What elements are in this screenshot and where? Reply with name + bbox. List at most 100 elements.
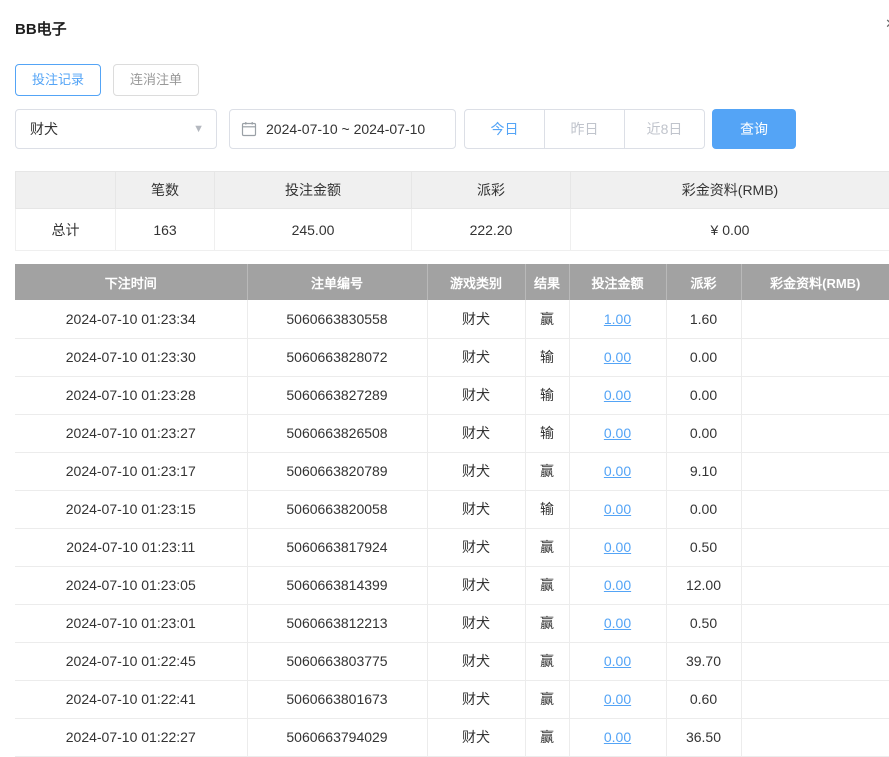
records-column-header: 注单编号: [247, 264, 427, 300]
quick-date-button-group: 今日 昨日 近8日: [464, 109, 705, 149]
search-button[interactable]: 查询: [712, 109, 796, 149]
summary-header-payout: 派彩: [412, 172, 571, 209]
table-cell: 5060663814399: [247, 566, 427, 604]
page-header: BB电子 ✕: [15, 18, 889, 39]
bet-amount-link[interactable]: 0.00: [604, 387, 631, 403]
table-row: 2024-07-10 01:23:015060663812213财犬赢0.000…: [15, 604, 889, 642]
table-cell: 5060663828072: [247, 338, 427, 376]
page-title: BB电子: [15, 18, 889, 39]
records-column-header: 游戏类别: [427, 264, 525, 300]
bet-amount-link[interactable]: 0.00: [604, 539, 631, 555]
table-cell: [741, 490, 889, 528]
table-cell: 0.00: [666, 338, 741, 376]
table-cell: 5060663827289: [247, 376, 427, 414]
table-cell: 赢: [525, 528, 569, 566]
table-cell: 2024-07-10 01:22:41: [15, 680, 247, 718]
table-cell: 财犬: [427, 680, 525, 718]
table-cell: 0.50: [666, 528, 741, 566]
tab-linked-cancel-orders[interactable]: 连消注单: [113, 64, 199, 96]
table-cell: [741, 642, 889, 680]
summary-total-row: 总计 163 245.00 222.20 ¥ 0.00: [16, 209, 889, 251]
bet-amount-cell: 0.00: [569, 718, 666, 756]
records-table: 下注时间注单编号游戏类别结果投注金额派彩彩金资料(RMB) 2024-07-10…: [15, 264, 889, 757]
table-cell: 赢: [525, 566, 569, 604]
today-button[interactable]: 今日: [464, 109, 545, 149]
page-container: BB电子 ✕ 投注记录 连消注单 财犬 ▼ 2024-07-10 ~ 2024-…: [0, 0, 889, 757]
records-column-header: 结果: [525, 264, 569, 300]
bet-amount-link[interactable]: 0.00: [604, 501, 631, 517]
summary-header-row: 笔数 投注金额 派彩 彩金资料(RMB): [16, 172, 889, 209]
tab-bar: 投注记录 连消注单: [15, 64, 889, 96]
table-row: 2024-07-10 01:23:155060663820058财犬输0.000…: [15, 490, 889, 528]
table-cell: 2024-07-10 01:23:01: [15, 604, 247, 642]
bet-amount-link[interactable]: 0.00: [604, 729, 631, 745]
table-row: 2024-07-10 01:23:275060663826508财犬输0.000…: [15, 414, 889, 452]
table-cell: [741, 414, 889, 452]
filter-bar: 财犬 ▼ 2024-07-10 ~ 2024-07-10 今日 昨日 近8日 查…: [15, 109, 889, 149]
bet-amount-link[interactable]: 0.00: [604, 463, 631, 479]
bet-amount-link[interactable]: 0.00: [604, 425, 631, 441]
table-cell: 0.50: [666, 604, 741, 642]
table-cell: [741, 452, 889, 490]
summary-total-label: 总计: [16, 209, 116, 251]
close-icon[interactable]: ✕: [885, 16, 889, 32]
table-cell: 财犬: [427, 528, 525, 566]
table-cell: 2024-07-10 01:23:05: [15, 566, 247, 604]
table-cell: 5060663803775: [247, 642, 427, 680]
table-cell: 5060663812213: [247, 604, 427, 642]
table-cell: [741, 566, 889, 604]
bet-amount-cell: 0.00: [569, 414, 666, 452]
game-select[interactable]: 财犬 ▼: [15, 109, 217, 149]
table-cell: [741, 528, 889, 566]
table-cell: 2024-07-10 01:23:30: [15, 338, 247, 376]
bet-amount-link[interactable]: 0.00: [604, 653, 631, 669]
last-8-days-button[interactable]: 近8日: [624, 109, 705, 149]
table-row: 2024-07-10 01:23:175060663820789财犬赢0.009…: [15, 452, 889, 490]
table-cell: [741, 604, 889, 642]
bet-amount-cell: 0.00: [569, 680, 666, 718]
table-row: 2024-07-10 01:23:305060663828072财犬输0.000…: [15, 338, 889, 376]
bet-amount-cell: 0.00: [569, 338, 666, 376]
date-range-value: 2024-07-10 ~ 2024-07-10: [266, 121, 425, 137]
table-cell: 0.60: [666, 680, 741, 718]
summary-table: 笔数 投注金额 派彩 彩金资料(RMB) 总计 163 245.00 222.2…: [15, 171, 889, 251]
table-cell: 赢: [525, 642, 569, 680]
table-cell: 2024-07-10 01:23:11: [15, 528, 247, 566]
table-cell: 5060663801673: [247, 680, 427, 718]
summary-bet-amount-value: 245.00: [215, 209, 412, 251]
table-cell: 0.00: [666, 414, 741, 452]
bet-amount-cell: 1.00: [569, 300, 666, 338]
table-cell: 2024-07-10 01:23:28: [15, 376, 247, 414]
records-header-row: 下注时间注单编号游戏类别结果投注金额派彩彩金资料(RMB): [15, 264, 889, 300]
date-range-input[interactable]: 2024-07-10 ~ 2024-07-10: [229, 109, 456, 149]
table-cell: 财犬: [427, 376, 525, 414]
table-cell: 2024-07-10 01:23:17: [15, 452, 247, 490]
yesterday-button[interactable]: 昨日: [544, 109, 625, 149]
table-cell: 财犬: [427, 566, 525, 604]
table-cell: 12.00: [666, 566, 741, 604]
summary-header-blank: [16, 172, 116, 209]
tab-bet-records[interactable]: 投注记录: [15, 64, 101, 96]
table-cell: 输: [525, 376, 569, 414]
table-cell: 赢: [525, 300, 569, 338]
table-cell: 财犬: [427, 604, 525, 642]
records-column-header: 彩金资料(RMB): [741, 264, 889, 300]
table-cell: 输: [525, 490, 569, 528]
bet-amount-link[interactable]: 1.00: [604, 311, 631, 327]
bet-amount-cell: 0.00: [569, 376, 666, 414]
table-cell: 5060663820789: [247, 452, 427, 490]
table-cell: 5060663817924: [247, 528, 427, 566]
table-cell: 财犬: [427, 338, 525, 376]
calendar-icon: [241, 121, 257, 137]
bet-amount-link[interactable]: 0.00: [604, 349, 631, 365]
bet-amount-cell: 0.00: [569, 642, 666, 680]
bet-amount-link[interactable]: 0.00: [604, 691, 631, 707]
table-row: 2024-07-10 01:22:275060663794029财犬赢0.003…: [15, 718, 889, 756]
records-body: 2024-07-10 01:23:345060663830558财犬赢1.001…: [15, 300, 889, 756]
table-cell: 5060663830558: [247, 300, 427, 338]
records-column-header: 下注时间: [15, 264, 247, 300]
bet-amount-link[interactable]: 0.00: [604, 577, 631, 593]
bet-amount-cell: 0.00: [569, 452, 666, 490]
bet-amount-link[interactable]: 0.00: [604, 615, 631, 631]
table-cell: 财犬: [427, 414, 525, 452]
